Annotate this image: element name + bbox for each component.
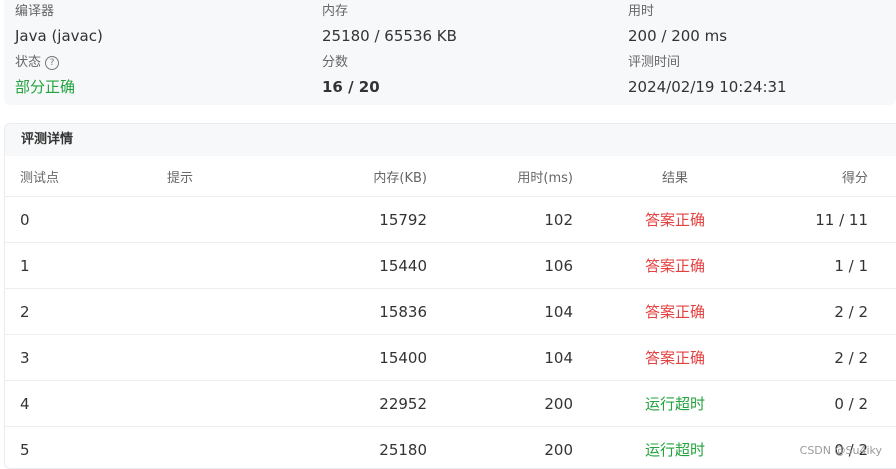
row-test-case: 0 — [20, 210, 30, 229]
status-field: 状态 ? 部分正确 — [15, 54, 75, 97]
header-test-case: 测试点 — [20, 170, 60, 186]
table-row: 0 15792 102 答案正确 11 / 11 — [5, 197, 896, 243]
score-label: 分数 — [322, 55, 349, 70]
row-memory: 22952 — [379, 394, 427, 413]
judge-details-panel: 评测详情 测试点 提示 内存(KB) 用时(ms) 结果 得分 0 15792 … — [4, 123, 896, 469]
row-test-case: 4 — [20, 394, 30, 413]
row-result: 答案正确 — [644, 303, 705, 321]
details-title: 评测详情 — [5, 124, 896, 156]
judge-time-value: 2024/02/19 10:24:31 — [628, 78, 787, 96]
row-memory: 15836 — [379, 302, 427, 321]
row-memory: 15792 — [379, 210, 427, 229]
header-time: 用时(ms) — [517, 170, 573, 186]
status-value: 部分正确 — [15, 78, 76, 96]
row-time: 102 — [544, 210, 573, 229]
score-field: 分数 16 / 20 — [322, 54, 380, 97]
row-result: 运行超时 — [644, 395, 705, 413]
row-time: 106 — [544, 256, 573, 275]
row-result: 答案正确 — [644, 257, 705, 275]
row-time: 200 — [544, 394, 573, 413]
judge-time-label: 评测时间 — [628, 55, 681, 70]
header-score: 得分 — [841, 170, 868, 186]
row-time: 200 — [544, 440, 573, 459]
compiler-field: 编译器 Java (javac) — [15, 3, 103, 46]
table-header: 测试点 提示 内存(KB) 用时(ms) 结果 得分 — [5, 156, 896, 197]
row-score: 0 / 2 — [834, 394, 868, 413]
row-result: 运行超时 — [644, 441, 705, 459]
row-score: 1 / 1 — [834, 256, 868, 275]
row-memory: 25180 — [379, 440, 427, 459]
row-memory: 15400 — [379, 348, 427, 367]
row-time: 104 — [544, 302, 573, 321]
memory-field: 内存 25180 / 65536 KB — [322, 3, 457, 46]
header-memory: 内存(KB) — [373, 170, 427, 186]
help-icon[interactable]: ? — [45, 56, 60, 70]
time-field: 用时 200 / 200 ms — [628, 3, 727, 46]
row-time: 104 — [544, 348, 573, 367]
header-hint: 提示 — [167, 170, 194, 186]
time-value: 200 / 200 ms — [628, 27, 728, 45]
row-result: 答案正确 — [644, 349, 705, 367]
submission-summary: 编译器 Java (javac) 内存 25180 / 65536 KB 用时 … — [4, 0, 896, 105]
row-score: 11 / 11 — [815, 210, 868, 229]
row-memory: 15440 — [379, 256, 427, 275]
time-label: 用时 — [628, 4, 655, 19]
row-test-case: 2 — [20, 302, 30, 321]
watermark: CSDN @Su4iky — [799, 444, 882, 457]
row-test-case: 1 — [20, 256, 30, 275]
row-test-case: 5 — [20, 440, 30, 459]
memory-label: 内存 — [322, 4, 349, 19]
header-result: 结果 — [661, 170, 688, 186]
row-test-case: 3 — [20, 348, 30, 367]
table-row: 4 22952 200 运行超时 0 / 2 — [5, 381, 896, 427]
status-label: 状态 — [15, 55, 42, 70]
memory-value: 25180 / 65536 KB — [322, 27, 457, 45]
compiler-label: 编译器 — [15, 4, 55, 19]
judge-time-field: 评测时间 2024/02/19 10:24:31 — [628, 54, 787, 97]
compiler-value: Java (javac) — [15, 27, 103, 45]
row-score: 2 / 2 — [834, 302, 868, 321]
table-row: 3 15400 104 答案正确 2 / 2 — [5, 335, 896, 381]
table-row: 5 25180 200 运行超时 0 / 2 — [5, 427, 896, 468]
score-value: 16 / 20 — [322, 78, 380, 96]
table-row: 2 15836 104 答案正确 2 / 2 — [5, 289, 896, 335]
row-result: 答案正确 — [644, 211, 705, 229]
table-row: 1 15440 106 答案正确 1 / 1 — [5, 243, 896, 289]
row-score: 2 / 2 — [834, 348, 868, 367]
